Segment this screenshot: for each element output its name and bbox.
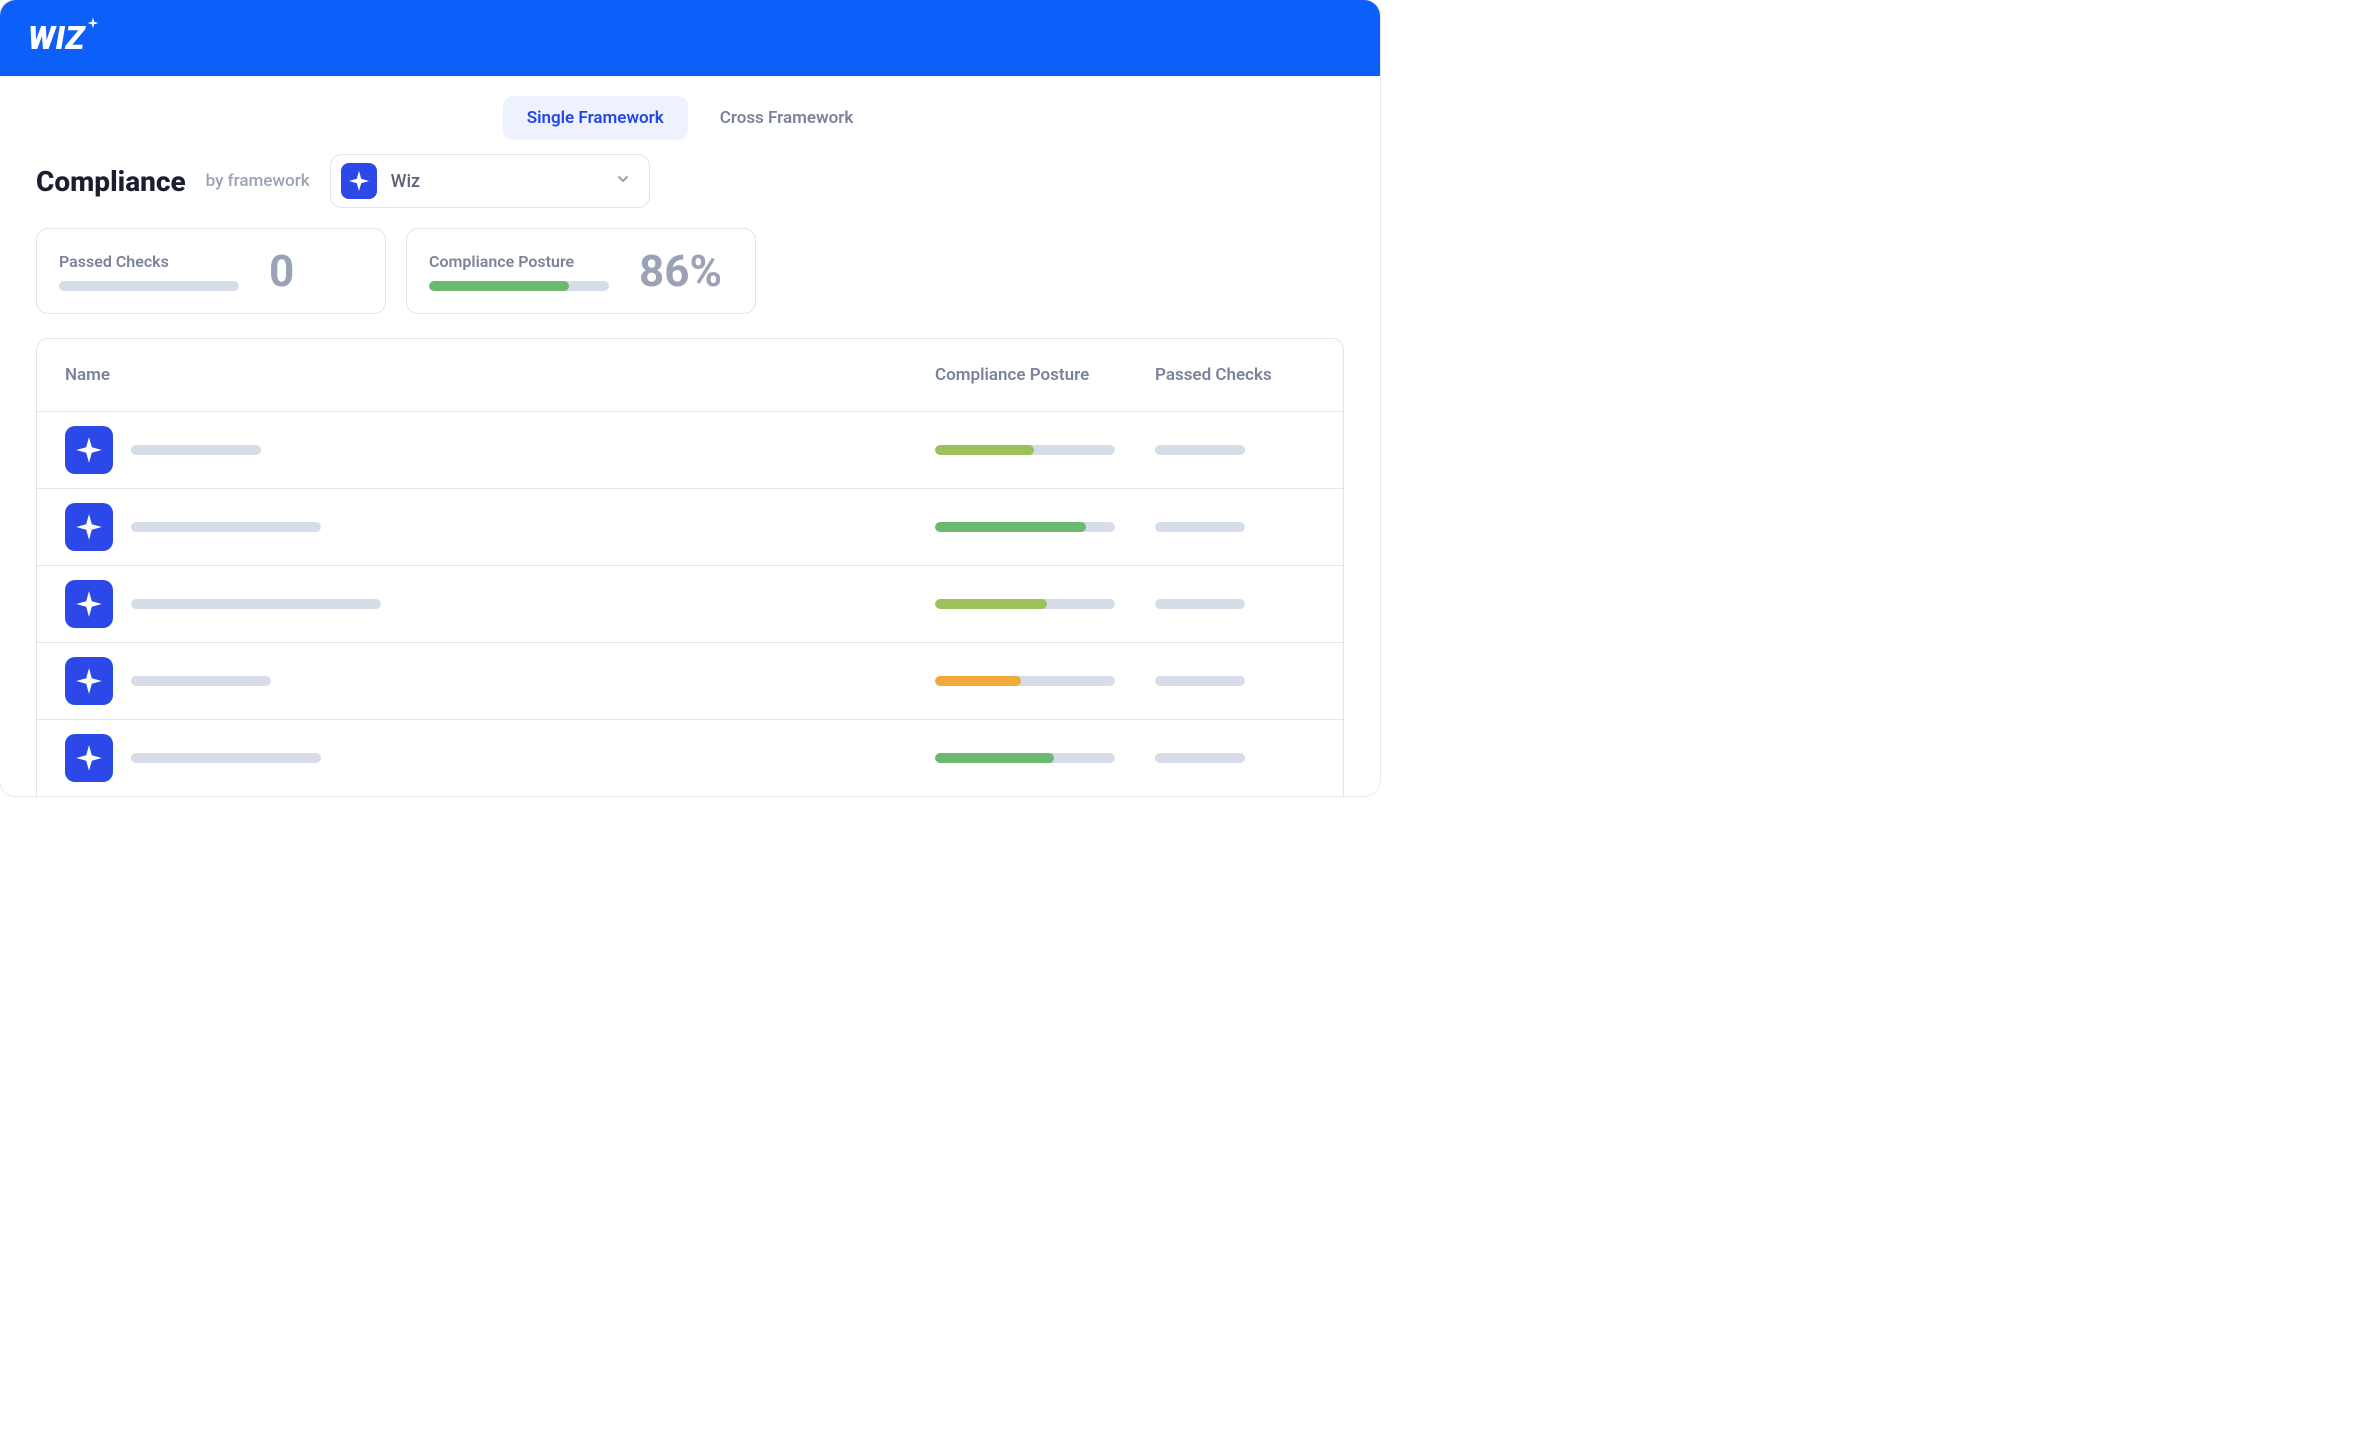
title-row: Compliance by framework Wiz bbox=[0, 154, 1380, 228]
passed-checks-label: Passed Checks bbox=[59, 252, 239, 271]
table-row[interactable] bbox=[37, 642, 1343, 719]
th-passed: Passed Checks bbox=[1155, 365, 1315, 385]
tab-cross-framework[interactable]: Cross Framework bbox=[696, 96, 878, 140]
table-row[interactable] bbox=[37, 488, 1343, 565]
brand-logo: WIZ bbox=[28, 19, 99, 57]
wiz-icon bbox=[65, 657, 113, 705]
sparkle-icon bbox=[87, 17, 99, 33]
row-name-placeholder bbox=[131, 753, 321, 763]
tab-single-framework[interactable]: Single Framework bbox=[503, 96, 688, 140]
row-passed-placeholder bbox=[1155, 753, 1245, 763]
passed-checks-bar bbox=[59, 281, 239, 291]
page-subtitle: by framework bbox=[206, 171, 310, 191]
table-row[interactable] bbox=[37, 411, 1343, 488]
row-passed-placeholder bbox=[1155, 599, 1245, 609]
compliance-posture-bar-fill bbox=[429, 281, 569, 291]
row-passed-placeholder bbox=[1155, 445, 1245, 455]
row-posture-bar bbox=[935, 522, 1115, 532]
page-title: Compliance bbox=[36, 165, 186, 198]
passed-checks-card[interactable]: Passed Checks 0 bbox=[36, 228, 386, 314]
wiz-icon bbox=[65, 580, 113, 628]
row-posture-bar bbox=[935, 753, 1115, 763]
wiz-icon bbox=[341, 163, 377, 199]
th-name: Name bbox=[65, 365, 935, 385]
wiz-icon bbox=[65, 734, 113, 782]
framework-selected-label: Wiz bbox=[391, 171, 601, 192]
table-header: Name Compliance Posture Passed Checks bbox=[37, 339, 1343, 411]
stat-cards: Passed Checks 0 Compliance Posture 86% bbox=[0, 228, 1380, 338]
th-posture: Compliance Posture bbox=[935, 365, 1155, 385]
compliance-posture-bar bbox=[429, 281, 609, 291]
row-posture-bar bbox=[935, 445, 1115, 455]
row-name-placeholder bbox=[131, 599, 381, 609]
compliance-posture-value: 86% bbox=[639, 245, 722, 297]
table-row[interactable] bbox=[37, 565, 1343, 642]
compliance-posture-card[interactable]: Compliance Posture 86% bbox=[406, 228, 756, 314]
row-passed-placeholder bbox=[1155, 522, 1245, 532]
wiz-icon bbox=[65, 503, 113, 551]
compliance-posture-label: Compliance Posture bbox=[429, 252, 609, 271]
row-name-placeholder bbox=[131, 676, 271, 686]
row-passed-placeholder bbox=[1155, 676, 1245, 686]
brand-logo-text: WIZ bbox=[28, 19, 85, 57]
app-frame: WIZ Single Framework Cross Framework Com… bbox=[0, 0, 1380, 796]
row-name-placeholder bbox=[131, 522, 321, 532]
compliance-table: Name Compliance Posture Passed Checks bbox=[36, 338, 1344, 796]
row-name-placeholder bbox=[131, 445, 261, 455]
table-row[interactable] bbox=[37, 719, 1343, 796]
framework-select[interactable]: Wiz bbox=[330, 154, 650, 208]
tabs: Single Framework Cross Framework bbox=[0, 76, 1380, 154]
top-bar: WIZ bbox=[0, 0, 1380, 76]
wiz-icon bbox=[65, 426, 113, 474]
table-body bbox=[37, 411, 1343, 796]
row-posture-bar bbox=[935, 599, 1115, 609]
passed-checks-value: 0 bbox=[269, 245, 294, 297]
row-posture-bar bbox=[935, 676, 1115, 686]
chevron-down-icon bbox=[615, 171, 631, 191]
